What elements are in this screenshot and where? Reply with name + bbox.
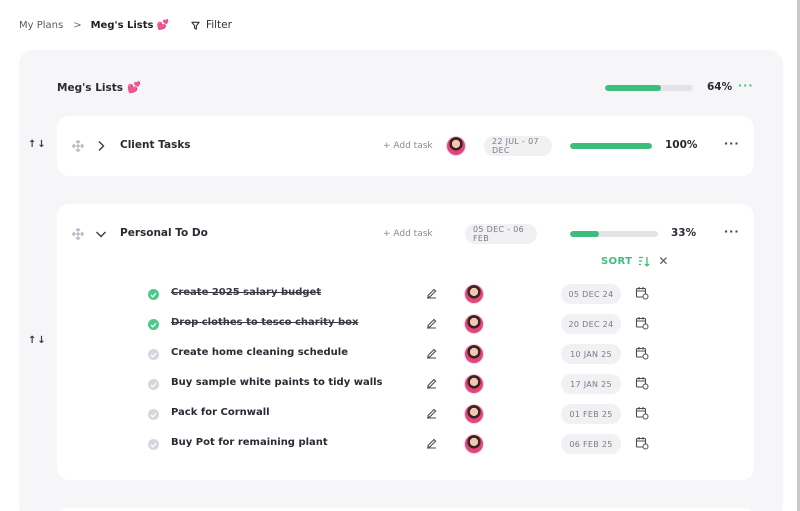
avatar: [464, 374, 484, 394]
task-row[interactable]: Create home cleaning schedule 10 JAN 25: [57, 339, 754, 369]
task-date[interactable]: 01 FEB 25: [561, 404, 621, 424]
task-text: Buy sample white paints to tidy walls: [171, 377, 383, 388]
edit-icon[interactable]: [425, 437, 438, 450]
breadcrumb: My Plans > Meg's Lists 💕 Filter: [19, 16, 232, 34]
task-date[interactable]: 10 JAN 25: [561, 344, 621, 364]
edit-icon[interactable]: [425, 317, 438, 330]
calendar-icon[interactable]: [635, 406, 649, 420]
check-icon[interactable]: [148, 379, 159, 390]
list-progress-label: 33%: [671, 227, 697, 239]
list-menu-button[interactable]: ···: [724, 225, 740, 238]
sort-control: SORT ✕: [601, 254, 669, 268]
task-row[interactable]: Drop clothes to tesco charity box 20 DEC…: [57, 309, 754, 339]
check-icon[interactable]: [148, 319, 159, 330]
panel-progress-bar: [605, 85, 693, 91]
task-date[interactable]: 06 FEB 25: [561, 434, 621, 454]
sort-button[interactable]: SORT: [601, 256, 632, 267]
heart-icon: 💕: [127, 81, 141, 94]
avatar: [464, 314, 484, 334]
edit-icon[interactable]: [425, 347, 438, 360]
close-icon[interactable]: ✕: [658, 254, 668, 268]
list-progress-fill: [570, 231, 600, 237]
calendar-icon[interactable]: [635, 316, 649, 330]
filter-icon: [191, 21, 200, 30]
list-title: Client Tasks: [120, 139, 191, 151]
avatar: [464, 284, 484, 304]
avatar: [464, 404, 484, 424]
breadcrumb-current[interactable]: Meg's Lists: [91, 20, 154, 31]
task-text: Create home cleaning schedule: [171, 347, 348, 358]
list-progress-fill: [570, 143, 652, 149]
reorder-arrows-personal[interactable]: ↑↓: [28, 335, 47, 346]
task-text: Pack for Cornwall: [171, 407, 270, 418]
filter-button[interactable]: Filter: [191, 19, 232, 31]
avatar: [446, 136, 466, 156]
task-row[interactable]: Buy sample white paints to tidy walls 17…: [57, 369, 754, 399]
list-date-range[interactable]: 22 JUL - 07 DEC: [484, 136, 552, 156]
list-date-range[interactable]: 05 DEC - 06 FEB: [465, 224, 537, 244]
panel-title: Meg's Lists 💕: [57, 81, 141, 94]
task-text: Create 2025 salary budget: [171, 287, 322, 298]
check-icon[interactable]: [148, 349, 159, 360]
sort-icon[interactable]: [638, 256, 650, 267]
list-menu-button[interactable]: ···: [724, 137, 740, 150]
list-progress-bar: [570, 231, 658, 237]
reorder-arrows-client[interactable]: ↑↓: [28, 139, 47, 150]
page: My Plans > Meg's Lists 💕 Filter Meg's Li…: [0, 0, 800, 511]
filter-label: Filter: [205, 19, 232, 31]
calendar-icon[interactable]: [635, 376, 649, 390]
add-task-button[interactable]: + Add task: [383, 141, 433, 151]
panel-title-text: Meg's Lists: [57, 81, 124, 94]
task-date[interactable]: 05 DEC 24: [561, 284, 621, 304]
panel-progress-fill: [605, 85, 662, 91]
calendar-icon[interactable]: [635, 286, 649, 300]
task-date[interactable]: 17 JAN 25: [561, 374, 621, 394]
task-text: Drop clothes to tesco charity box: [171, 317, 359, 328]
chevron-right-icon[interactable]: [97, 140, 105, 152]
move-icon[interactable]: [72, 140, 84, 152]
panel-progress-label: 64%: [707, 81, 733, 93]
edit-icon[interactable]: [425, 407, 438, 420]
task-row[interactable]: Create 2025 salary budget 05 DEC 24: [57, 279, 754, 309]
task-date[interactable]: 20 DEC 24: [561, 314, 621, 334]
list-card-personal-to-do: Personal To Do + Add task 05 DEC - 06 FE…: [57, 204, 754, 480]
lists-panel: Meg's Lists 💕 64% ··· ↑↓ ↑↓ Client Tasks…: [19, 50, 783, 511]
move-icon[interactable]: [72, 228, 84, 240]
edit-icon[interactable]: [425, 287, 438, 300]
calendar-icon[interactable]: [635, 436, 649, 450]
check-icon[interactable]: [148, 439, 159, 450]
chevron-down-icon[interactable]: [95, 230, 107, 238]
list-card-client-tasks: Client Tasks + Add task 22 JUL - 07 DEC …: [57, 116, 754, 176]
check-icon[interactable]: [148, 289, 159, 300]
check-icon[interactable]: [148, 409, 159, 420]
task-row[interactable]: Pack for Cornwall 01 FEB 25: [57, 399, 754, 429]
avatar: [464, 344, 484, 364]
avatar: [464, 434, 484, 454]
list-progress-label: 100%: [665, 139, 698, 151]
task-text: Buy Pot for remaining plant: [171, 437, 328, 448]
task-row[interactable]: Buy Pot for remaining plant 06 FEB 25: [57, 429, 754, 459]
heart-icon: 💕: [156, 19, 169, 31]
panel-menu-button[interactable]: ···: [738, 79, 754, 92]
edit-icon[interactable]: [425, 377, 438, 390]
breadcrumb-separator: >: [73, 19, 82, 31]
list-progress-bar: [570, 143, 652, 149]
list-title: Personal To Do: [120, 227, 208, 239]
calendar-icon[interactable]: [635, 346, 649, 360]
breadcrumb-root[interactable]: My Plans: [19, 20, 63, 31]
add-task-button[interactable]: + Add task: [383, 229, 433, 239]
